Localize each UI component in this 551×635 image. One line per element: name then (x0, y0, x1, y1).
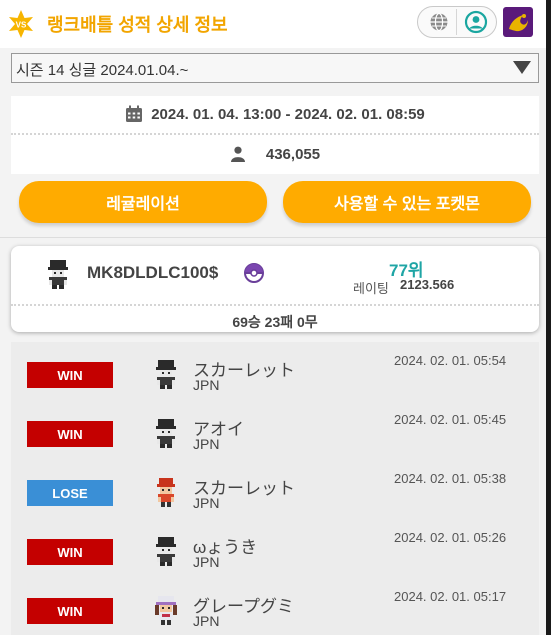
player-trainer-icon (48, 260, 68, 289)
info-divider (11, 133, 539, 135)
opponent-country: JPN (193, 377, 220, 393)
player-name: MK8DLDLC100$ (87, 263, 219, 282)
user-icon (464, 10, 488, 34)
opponent-country: JPN (193, 613, 220, 629)
match-time: 2024. 02. 01. 05:17 (394, 589, 507, 604)
result-badge: WIN (27, 421, 113, 447)
match-time: 2024. 02. 01. 05:54 (394, 353, 507, 368)
person-icon (230, 146, 245, 162)
master-ball-icon (244, 263, 264, 283)
trainer-sprite-icon (156, 360, 176, 389)
match-time: 2024. 02. 01. 05:45 (394, 412, 507, 427)
season-select[interactable]: 시즌 14 싱글 2024.01.04.~ (11, 53, 539, 83)
window-edge (546, 0, 551, 635)
profile-button[interactable] (458, 9, 494, 35)
opponent-country: JPN (193, 495, 220, 511)
vs-icon: VS (9, 10, 33, 38)
section-divider (0, 237, 546, 238)
trainer-sprite-icon (155, 596, 177, 625)
globe-icon (430, 12, 447, 32)
rating-label: 레이팅 (353, 281, 389, 296)
opponent-country: JPN (193, 554, 220, 570)
chevron-down-icon[interactable] (506, 54, 538, 82)
result-badge: LOSE (27, 480, 113, 506)
result-badge: WIN (27, 362, 113, 388)
scarlet-logo[interactable] (503, 7, 533, 37)
match-row[interactable]: WIN アオイ JPN 2024. 02. 01. 05:45 (11, 401, 539, 460)
trainer-sprite-icon (156, 419, 176, 448)
player-count-row: 436,055 (11, 136, 539, 172)
player-card: MK8DLDLC100$ 77위 레이팅 2123.566 69승 23패 0무 (11, 246, 539, 332)
match-row[interactable]: WIN ωょうき JPN 2024. 02. 01. 05:26 (11, 519, 539, 578)
season-select-value: 시즌 14 싱글 2024.01.04.~ (16, 62, 189, 79)
player-card-divider (11, 304, 539, 306)
trainer-sprite-icon (156, 537, 176, 566)
page-title: 랭크배틀 성적 상세 정보 (47, 15, 228, 35)
win-loss-record: 69승 23패 0무 (232, 314, 318, 330)
match-history-list: WIN スカーレット JPN 2024. 02. 01. 05:54 WIN ア… (11, 342, 539, 635)
rating-value: 2123.566 (400, 277, 455, 292)
regulation-button[interactable]: 레귤레이션 (19, 181, 267, 223)
result-badge: WIN (27, 539, 113, 565)
season-period-row: 2024. 01. 04. 13:00 - 2024. 02. 01. 08:5… (11, 96, 539, 132)
result-badge: WIN (27, 598, 113, 624)
opponent-country: JPN (193, 436, 220, 452)
season-info-card: 2024. 01. 04. 13:00 - 2024. 02. 01. 08:5… (11, 96, 539, 174)
match-row[interactable]: LOSE スカーレット JPN 2024. 02. 01. 05:38 (11, 460, 539, 519)
trainer-sprite-icon (157, 478, 175, 507)
usable-pokemon-button[interactable]: 사용할 수 있는 포켓몬 (283, 181, 531, 223)
match-time: 2024. 02. 01. 05:26 (394, 530, 507, 545)
calendar-icon (126, 105, 143, 122)
season-period: 2024. 01. 04. 13:00 - 2024. 02. 01. 08:5… (151, 105, 425, 123)
header-icon-group (417, 6, 497, 38)
vs-icon-text: VS (16, 21, 27, 30)
app-header: VS 랭크배틀 성적 상세 정보 (0, 0, 551, 48)
match-row[interactable]: WIN スカーレット JPN 2024. 02. 01. 05:54 (11, 342, 539, 401)
language-button[interactable] (421, 9, 457, 35)
match-time: 2024. 02. 01. 05:38 (394, 471, 507, 486)
scarlet-logo-emblem (509, 14, 528, 32)
match-row[interactable]: WIN グレープグミ JPN 2024. 02. 01. 05:17 (11, 578, 539, 635)
player-count: 436,055 (265, 145, 321, 163)
